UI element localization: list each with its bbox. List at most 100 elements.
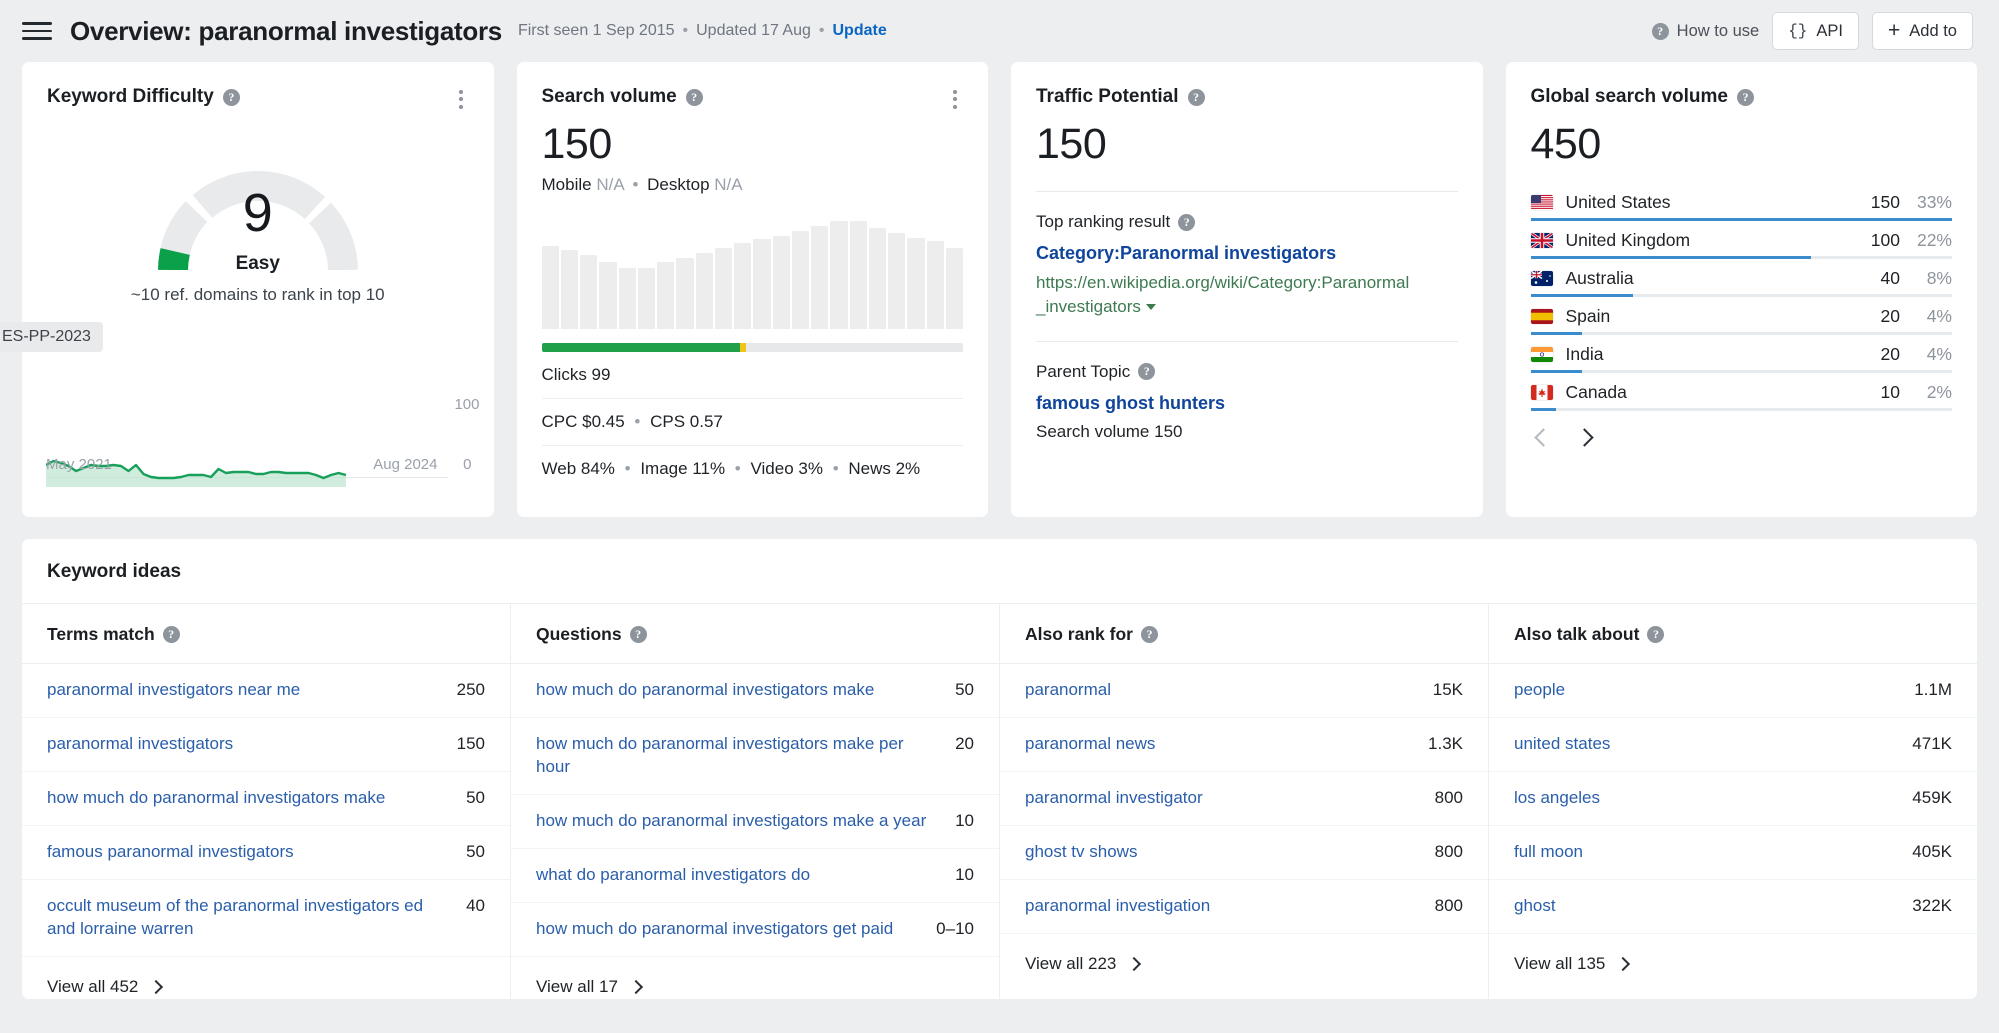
question-icon[interactable]: ?	[1178, 213, 1196, 231]
view-all-link[interactable]: View all 223	[1000, 934, 1488, 994]
api-button[interactable]: {} API	[1772, 12, 1860, 50]
tooltip-badge: ES-PP-2023	[0, 322, 103, 352]
keyword-row[interactable]: paranormal investigators 150	[22, 718, 510, 772]
keyword-volume: 405K	[1912, 841, 1952, 861]
top-bar-actions: ? How to use {} API + Add to	[1651, 12, 1973, 50]
question-icon[interactable]: ?	[629, 626, 647, 643]
question-icon[interactable]: ?	[1140, 626, 1158, 643]
question-icon[interactable]: ?	[1138, 363, 1156, 381]
keyword-ideas-column-2: Questions? how much do paranormal investi…	[511, 604, 1000, 999]
keyword-row[interactable]: how much do paranormal investigators mak…	[22, 772, 510, 826]
chevron-right-icon[interactable]	[1574, 428, 1594, 447]
view-all-link[interactable]: View all 135	[1489, 934, 1977, 994]
question-icon[interactable]: ?	[1736, 88, 1754, 106]
update-link[interactable]: Update	[833, 22, 887, 40]
sv-clicks-green-segment	[541, 343, 740, 352]
keyword-volume: 40	[466, 895, 485, 915]
sv-image: Image 11%	[640, 459, 726, 478]
tp-result-link[interactable]: Category:Paranormal investigators	[1036, 241, 1458, 265]
gsv-country-row[interactable]: United States 150 33%	[1530, 183, 1952, 221]
keyword-row[interactable]: people 1.1M	[1489, 664, 1977, 718]
tp-top-ranking-label-row: Top ranking result ?	[1036, 212, 1458, 232]
keyword-row[interactable]: famous paranormal investigators 50	[22, 826, 510, 880]
tp-result-url[interactable]: https://en.wikipedia.org/wiki/Category:P…	[1036, 271, 1458, 319]
keyword-row[interactable]: full moon 405K	[1489, 826, 1977, 880]
keyword-row[interactable]: occult museum of the paranormal investig…	[22, 880, 510, 957]
keyword-ideas-column-4: Also talk about? people 1.1M united states 4…	[1489, 604, 1977, 999]
keyword-term[interactable]: how much do paranormal investigators mak…	[536, 810, 941, 833]
keyword-term[interactable]: ghost tv shows	[1025, 841, 1421, 864]
gsv-country-row[interactable]: United Kingdom 100 22%	[1530, 221, 1952, 259]
keyword-term[interactable]: how much do paranormal investigators get…	[536, 918, 922, 941]
column-heading-label: Also talk about	[1514, 624, 1640, 644]
keyword-term[interactable]: ghost	[1514, 895, 1898, 918]
keyword-term[interactable]: how much do paranormal investigators mak…	[47, 787, 452, 810]
keyword-row[interactable]: paranormal news 1.3K	[1000, 718, 1488, 772]
gsv-country-row[interactable]: India 20 4%	[1530, 335, 1952, 373]
keyword-volume: 10	[955, 864, 974, 884]
view-all-link[interactable]: View all 452	[22, 957, 510, 999]
question-icon[interactable]: ?	[1647, 626, 1665, 643]
keyword-row[interactable]: how much do paranormal investigators get…	[511, 903, 999, 957]
add-to-button[interactable]: + Add to	[1872, 12, 1973, 50]
keyword-term[interactable]: los angeles	[1514, 787, 1898, 810]
keyword-row[interactable]: how much do paranormal investigators mak…	[511, 664, 999, 718]
keyword-row[interactable]: how much do paranormal investigators mak…	[511, 795, 999, 849]
gsv-country-name: India	[1565, 344, 1604, 364]
flag-icon-ca	[1530, 385, 1553, 400]
keyword-row[interactable]: paranormal investigation 800	[1000, 880, 1488, 934]
keyword-row[interactable]: what do paranormal investigators do 10	[511, 849, 999, 903]
keyword-term[interactable]: occult museum of the paranormal investig…	[47, 895, 452, 941]
divider-2	[1036, 340, 1458, 342]
keyword-term[interactable]: paranormal investigators	[47, 733, 443, 756]
sv-bar	[714, 248, 732, 329]
sv-device-split: Mobile N/A • Desktop N/A	[542, 175, 964, 195]
keyword-row[interactable]: paranormal investigators near me 250	[22, 664, 510, 718]
tp-parent-topic-link[interactable]: famous ghost hunters	[1036, 391, 1458, 415]
question-icon[interactable]: ?	[685, 88, 703, 106]
sv-bar	[926, 240, 944, 329]
keyword-term[interactable]: paranormal news	[1025, 733, 1414, 756]
question-icon[interactable]: ?	[1187, 88, 1205, 106]
keyword-row[interactable]: paranormal 15K	[1000, 664, 1488, 718]
view-all-link[interactable]: View all 17	[511, 957, 999, 999]
keyword-term[interactable]: united states	[1514, 733, 1898, 756]
sv-kebab-menu-icon[interactable]	[946, 88, 964, 110]
keyword-term[interactable]: how much do paranormal investigators mak…	[536, 733, 941, 779]
gsv-country-percent: 33%	[1916, 192, 1952, 212]
gsv-country-row[interactable]: Canada 10 2%	[1530, 373, 1952, 411]
sv-news: News 2%	[848, 459, 921, 478]
question-icon[interactable]: ?	[222, 88, 240, 106]
hamburger-menu-icon[interactable]	[22, 16, 52, 46]
keyword-row[interactable]: paranormal investigator 800	[1000, 772, 1488, 826]
view-all-label: View all 17	[536, 976, 618, 996]
how-to-use-button[interactable]: ? How to use	[1651, 22, 1759, 41]
sv-mobile-value: N/A	[596, 175, 624, 194]
column-heading-label: Terms match	[47, 624, 155, 644]
keyword-row[interactable]: ghost tv shows 800	[1000, 826, 1488, 880]
keyword-term[interactable]: how much do paranormal investigators mak…	[536, 679, 941, 702]
keyword-row[interactable]: los angeles 459K	[1489, 772, 1977, 826]
keyword-term[interactable]: famous paranormal investigators	[47, 841, 452, 864]
keyword-term[interactable]: paranormal investigation	[1025, 895, 1421, 918]
chevron-left-icon[interactable]	[1533, 428, 1553, 447]
keyword-term[interactable]: paranormal	[1025, 679, 1419, 702]
keyword-term[interactable]: paranormal investigators near me	[47, 679, 443, 702]
kd-kebab-menu-icon[interactable]	[452, 88, 470, 110]
sv-bar	[753, 239, 771, 329]
keyword-term[interactable]: what do paranormal investigators do	[536, 864, 941, 887]
gsv-country-row[interactable]: Spain 20 4%	[1530, 297, 1952, 335]
keyword-term[interactable]: full moon	[1514, 841, 1898, 864]
question-icon[interactable]: ?	[162, 626, 180, 643]
gsv-country-row[interactable]: Australia 40 8%	[1530, 259, 1952, 297]
keyword-row[interactable]: united states 471K	[1489, 718, 1977, 772]
chevron-down-icon[interactable]	[1145, 304, 1156, 311]
sv-separator-5: •	[832, 459, 839, 478]
keyword-term[interactable]: paranormal investigator	[1025, 787, 1421, 810]
keyword-row[interactable]: ghost 322K	[1489, 880, 1977, 934]
sv-bar	[888, 233, 906, 329]
kd-card-header: Keyword Difficulty ?	[47, 86, 469, 108]
gsv-country-percent: 22%	[1916, 230, 1952, 250]
keyword-row[interactable]: how much do paranormal investigators mak…	[511, 718, 999, 795]
keyword-term[interactable]: people	[1514, 679, 1900, 702]
